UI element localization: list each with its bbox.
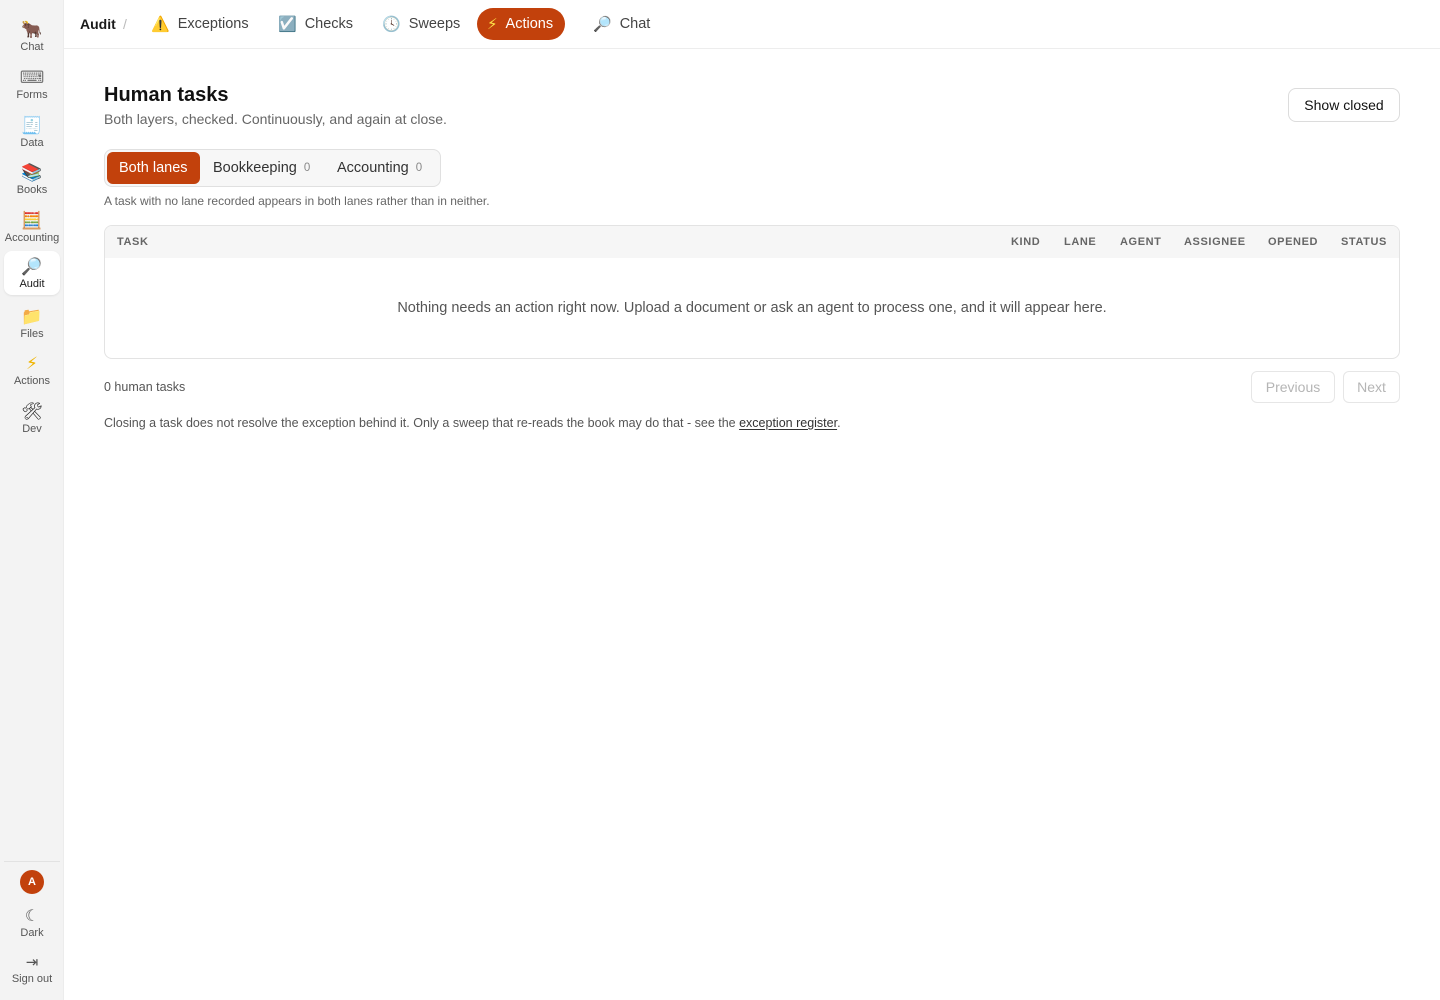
column-header-task[interactable]: TASK xyxy=(117,236,149,248)
tab-label: Checks xyxy=(304,16,354,32)
dark-mode-label: Dark xyxy=(20,927,44,939)
abacus-icon: 🧮 xyxy=(21,211,43,231)
breadcrumb-separator: / xyxy=(123,16,127,32)
tab-sweeps[interactable]: 🕓 Sweeps xyxy=(372,8,472,40)
sidebar-item-label: Data xyxy=(20,137,44,149)
sidebar-item-data[interactable]: 🧾 Data xyxy=(4,110,60,154)
lane-hint: A task with no lane recorded appears in … xyxy=(104,194,490,208)
sidebar-item-label: Dev xyxy=(22,423,42,435)
clock-icon: 🕓 xyxy=(382,15,401,33)
lane-accounting-button[interactable]: Accounting 0 xyxy=(325,152,434,184)
lane-label: Bookkeeping xyxy=(213,160,297,176)
tab-checks[interactable]: ☑️ Checks xyxy=(268,8,365,40)
sidebar-item-files[interactable]: 📁 Files xyxy=(4,301,60,345)
books-icon: 📚 xyxy=(21,163,43,183)
table-header: TASK KIND LANE AGENT ASSIGNEE OPENED STA… xyxy=(105,226,1399,258)
column-header-agent[interactable]: AGENT xyxy=(1120,236,1162,248)
checkbox-icon: ☑️ xyxy=(278,15,297,33)
lane-count: 0 xyxy=(415,162,423,174)
footnote-text: Closing a task does not resolve the exce… xyxy=(104,416,740,430)
show-closed-button[interactable]: Show closed xyxy=(1288,88,1400,122)
lightning-icon: ⚡ xyxy=(487,15,498,33)
tab-exceptions[interactable]: ⚠️ Exceptions xyxy=(141,8,261,40)
ox-icon: 🐂 xyxy=(21,20,43,40)
tab-label: Actions xyxy=(505,16,554,32)
lane-bookkeeping-button[interactable]: Bookkeeping 0 xyxy=(201,152,322,184)
lane-label: Accounting xyxy=(337,160,409,176)
sign-out-button[interactable]: ⇥ Sign out xyxy=(4,946,60,990)
exception-register-link[interactable]: exception register xyxy=(739,416,837,430)
footnote: Closing a task does not resolve the exce… xyxy=(104,416,841,430)
column-header-status[interactable]: STATUS xyxy=(1341,236,1387,248)
footnote-suffix: . xyxy=(837,416,841,430)
lane-both-button[interactable]: Both lanes xyxy=(107,152,200,184)
sidebar-item-forms[interactable]: ⌨ Forms xyxy=(4,62,60,106)
column-header-assignee[interactable]: ASSIGNEE xyxy=(1184,236,1246,248)
empty-state-message: Nothing needs an action right now. Uploa… xyxy=(397,300,1107,316)
sidebar: 🐂 Chat ⌨ Forms 🧾 Data 📚 Books 🧮 Accounti… xyxy=(0,0,64,1000)
sidebar-item-label: Forms xyxy=(16,89,48,101)
sidebar-item-actions[interactable]: ⚡ Actions xyxy=(4,348,60,392)
magnifier-icon: 🔎 xyxy=(593,15,612,33)
receipt-icon: 🧾 xyxy=(21,116,43,136)
lane-label: Both lanes xyxy=(119,160,188,176)
previous-button[interactable]: Previous xyxy=(1251,371,1335,403)
page-title: Human tasks xyxy=(104,84,229,106)
moon-icon: ☾ xyxy=(24,906,40,925)
column-header-lane[interactable]: LANE xyxy=(1064,236,1096,248)
folder-icon: 📁 xyxy=(21,307,43,327)
sign-out-label: Sign out xyxy=(11,973,53,985)
sidebar-divider xyxy=(4,861,60,862)
sidebar-item-dev[interactable]: 🛠 Dev xyxy=(4,396,60,440)
breadcrumb[interactable]: Audit xyxy=(80,16,116,32)
sidebar-item-label: Audit xyxy=(19,278,45,290)
next-button[interactable]: Next xyxy=(1343,371,1400,403)
lane-filter: Both lanes Bookkeeping 0 Accounting 0 xyxy=(104,149,441,187)
sidebar-item-books[interactable]: 📚 Books xyxy=(4,157,60,201)
sidebar-item-chat[interactable]: 🐂 Chat xyxy=(4,14,60,58)
warning-icon: ⚠️ xyxy=(151,15,170,33)
task-count: 0 human tasks xyxy=(104,380,186,394)
sidebar-item-label: Actions xyxy=(13,375,51,387)
avatar[interactable]: A xyxy=(20,870,44,894)
sidebar-item-audit[interactable]: 🔎 Audit xyxy=(4,251,60,295)
sidebar-item-label: Books xyxy=(16,184,48,196)
tools-icon: 🛠 xyxy=(21,402,43,422)
magnifier-icon: 🔎 xyxy=(21,257,43,277)
top-bar: Audit / ⚠️ Exceptions ☑️ Checks 🕓 Sweeps… xyxy=(64,0,1440,49)
tab-label: Chat xyxy=(619,16,651,32)
sidebar-item-accounting[interactable]: 🧮 Accounting xyxy=(4,205,60,249)
tasks-table: TASK KIND LANE AGENT ASSIGNEE OPENED STA… xyxy=(104,225,1400,359)
tab-chat[interactable]: 🔎 Chat xyxy=(583,8,662,40)
lightning-icon: ⚡ xyxy=(26,354,38,374)
tab-actions[interactable]: ⚡ Actions xyxy=(477,8,566,40)
page-subtitle: Both layers, checked. Continuously, and … xyxy=(104,111,447,127)
column-header-kind[interactable]: KIND xyxy=(1011,236,1040,248)
column-header-opened[interactable]: OPENED xyxy=(1268,236,1318,248)
tab-label: Sweeps xyxy=(408,16,461,32)
keyboard-icon: ⌨ xyxy=(19,68,45,88)
dark-mode-toggle[interactable]: ☾ Dark xyxy=(4,900,60,944)
tab-label: Exceptions xyxy=(177,16,249,32)
lane-count: 0 xyxy=(303,162,311,174)
sidebar-item-label: Chat xyxy=(20,41,44,53)
sidebar-item-label: Files xyxy=(20,328,44,340)
sidebar-item-label: Accounting xyxy=(4,232,60,244)
sign-out-icon: ⇥ xyxy=(25,953,39,971)
